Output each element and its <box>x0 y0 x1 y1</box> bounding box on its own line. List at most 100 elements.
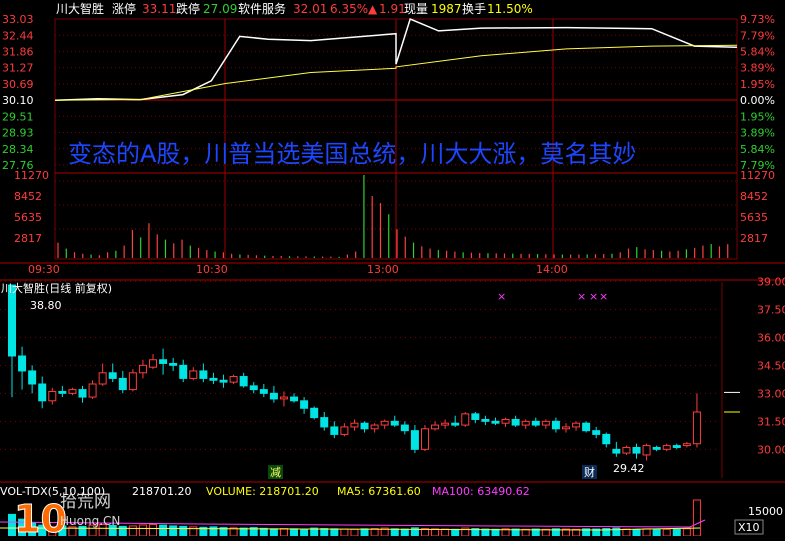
candle-body[interactable] <box>279 396 288 400</box>
candle-body[interactable] <box>340 426 349 435</box>
candle-body[interactable] <box>632 446 641 454</box>
volume-bar <box>642 528 651 537</box>
candle-body[interactable] <box>572 422 581 428</box>
candle-body[interactable] <box>149 359 158 368</box>
candle-body[interactable] <box>471 413 480 420</box>
vol-tick-right: 8452 <box>740 190 768 203</box>
volume-bar <box>300 528 309 537</box>
candle-body[interactable] <box>451 422 460 426</box>
daily-price-tick: 34.50 <box>757 359 785 372</box>
candle-body[interactable] <box>431 424 440 430</box>
candle-body[interactable] <box>209 377 218 381</box>
candle-body[interactable] <box>410 430 419 450</box>
candle-body[interactable] <box>48 390 57 402</box>
candle-body[interactable] <box>179 364 188 379</box>
indicator-volume: VOLUME: 218701.20 <box>206 485 319 498</box>
quote-header: 川大智胜 涨停 33.11 跌停 27.09 软件服务 32.01 6.35% … <box>56 1 533 16</box>
candle-body[interactable] <box>652 446 661 450</box>
candle-body[interactable] <box>189 370 198 379</box>
volume-bar <box>350 528 359 537</box>
candle-body[interactable] <box>128 372 137 391</box>
candle-body[interactable] <box>138 364 147 374</box>
daily-notes: 川大智胜(日线 前复权) 38.80 29.42 减 财 × × × × <box>1 281 645 479</box>
candle-body[interactable] <box>330 426 339 435</box>
volume-bar <box>290 528 299 537</box>
candle-body[interactable] <box>290 396 299 402</box>
candle-body[interactable] <box>602 433 611 445</box>
candle-body[interactable] <box>612 448 621 454</box>
badge-jian[interactable]: 减 <box>270 466 281 479</box>
candle-body[interactable] <box>521 420 530 426</box>
candle-body[interactable] <box>310 407 319 419</box>
limit-up-label: 涨停 <box>112 1 136 16</box>
candle-body[interactable] <box>320 417 329 428</box>
candle-body[interactable] <box>350 422 359 428</box>
daily-candles[interactable] <box>8 284 741 461</box>
candle-body[interactable] <box>118 377 127 391</box>
candle-body[interactable] <box>511 418 520 426</box>
volume-bar <box>451 528 460 537</box>
candle-body[interactable] <box>672 445 681 448</box>
candle-body[interactable] <box>78 389 87 398</box>
price-tick-left: 29.51 <box>2 110 34 123</box>
candle-body[interactable] <box>541 420 550 426</box>
candle-body[interactable] <box>300 400 309 409</box>
vol-tick-right: 5635 <box>740 211 768 224</box>
candle-body[interactable] <box>8 284 16 357</box>
candle-body[interactable] <box>370 424 379 430</box>
candle-body[interactable] <box>441 422 450 426</box>
candle-body[interactable] <box>88 383 97 398</box>
volume-bar <box>159 524 168 537</box>
candle-body[interactable] <box>390 420 399 426</box>
candle-body[interactable] <box>38 383 47 402</box>
volume-bar <box>128 525 137 537</box>
candle-body[interactable] <box>108 372 117 379</box>
candle-body[interactable] <box>68 389 77 394</box>
candle-body[interactable] <box>360 422 369 430</box>
candle-body[interactable] <box>642 445 651 456</box>
candle-body[interactable] <box>592 430 601 435</box>
candle-body[interactable] <box>219 379 228 383</box>
candle-body[interactable] <box>169 362 178 366</box>
candle-body[interactable] <box>531 420 540 426</box>
turnover-value: 11.50% <box>487 2 533 16</box>
candle-body[interactable] <box>662 445 671 450</box>
candle-body[interactable] <box>561 426 570 430</box>
candle-body[interactable] <box>420 428 429 450</box>
daily-axes: 39.00 37.50 36.00 34.50 33.00 31.50 30.00 <box>757 275 785 456</box>
candle-body[interactable] <box>551 420 560 430</box>
candle-body[interactable] <box>199 370 208 379</box>
stock-terminal: 川大智胜 涨停 33.11 跌停 27.09 软件服务 32.01 6.35% … <box>0 0 785 541</box>
candle-body[interactable] <box>259 389 268 394</box>
badge-cai[interactable]: 财 <box>584 465 595 479</box>
candle-body[interactable] <box>380 420 389 426</box>
candle-body[interactable] <box>98 372 107 385</box>
candle-body[interactable] <box>239 376 248 387</box>
candle-body[interactable] <box>501 418 510 424</box>
candle-body[interactable] <box>249 385 258 391</box>
candle-body[interactable] <box>582 422 591 432</box>
volume-bar <box>330 528 339 537</box>
candle-body[interactable] <box>692 411 701 445</box>
volume-bar <box>320 528 329 537</box>
candle-body[interactable] <box>269 392 278 400</box>
candle-body[interactable] <box>682 443 691 447</box>
indicator-vol: 218701.20 <box>132 485 192 498</box>
candle-body[interactable] <box>159 359 168 364</box>
volume-bar <box>662 528 671 537</box>
time-tick: 09:30 <box>28 263 60 276</box>
volume-label: 现量 <box>404 2 428 16</box>
low-note: 29.42 <box>613 462 645 475</box>
price-tick-left: 30.10 <box>2 94 34 107</box>
pct-tick-right: 3.89% <box>740 127 775 140</box>
candle-body[interactable] <box>229 376 238 383</box>
candle-body[interactable] <box>400 424 409 432</box>
candle-body[interactable] <box>481 418 490 422</box>
candle-body[interactable] <box>28 370 37 385</box>
pct-tick-right: 1.95% <box>740 78 775 91</box>
candle-body[interactable] <box>491 420 500 424</box>
candle-body[interactable] <box>58 390 67 394</box>
candle-body[interactable] <box>622 446 631 454</box>
candle-body[interactable] <box>461 413 470 426</box>
candle-body[interactable] <box>18 355 27 372</box>
